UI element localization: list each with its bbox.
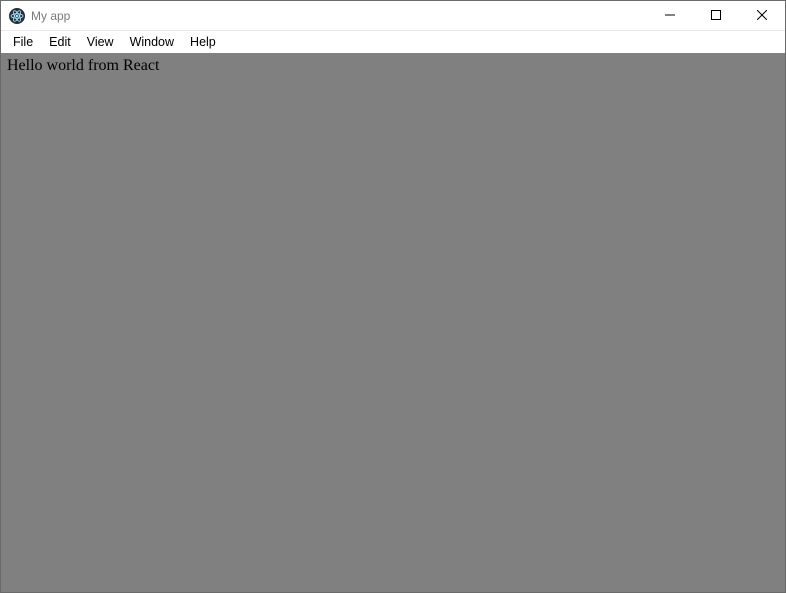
- app-window: My app File: [0, 0, 786, 593]
- window-title: My app: [31, 9, 647, 23]
- window-controls: [647, 1, 785, 30]
- maximize-icon: [711, 8, 721, 23]
- content-text: Hello world from React: [7, 57, 779, 75]
- close-icon: [757, 8, 767, 23]
- minimize-icon: [665, 8, 675, 23]
- content-area: Hello world from React: [1, 53, 785, 592]
- menu-file[interactable]: File: [5, 33, 41, 51]
- menu-window[interactable]: Window: [122, 33, 182, 51]
- menu-view[interactable]: View: [79, 33, 122, 51]
- titlebar: My app: [1, 1, 785, 31]
- app-icon: [9, 8, 25, 24]
- menu-edit[interactable]: Edit: [41, 33, 79, 51]
- menu-help[interactable]: Help: [182, 33, 224, 51]
- menubar: File Edit View Window Help: [1, 31, 785, 53]
- close-button[interactable]: [739, 1, 785, 30]
- minimize-button[interactable]: [647, 1, 693, 30]
- maximize-button[interactable]: [693, 1, 739, 30]
